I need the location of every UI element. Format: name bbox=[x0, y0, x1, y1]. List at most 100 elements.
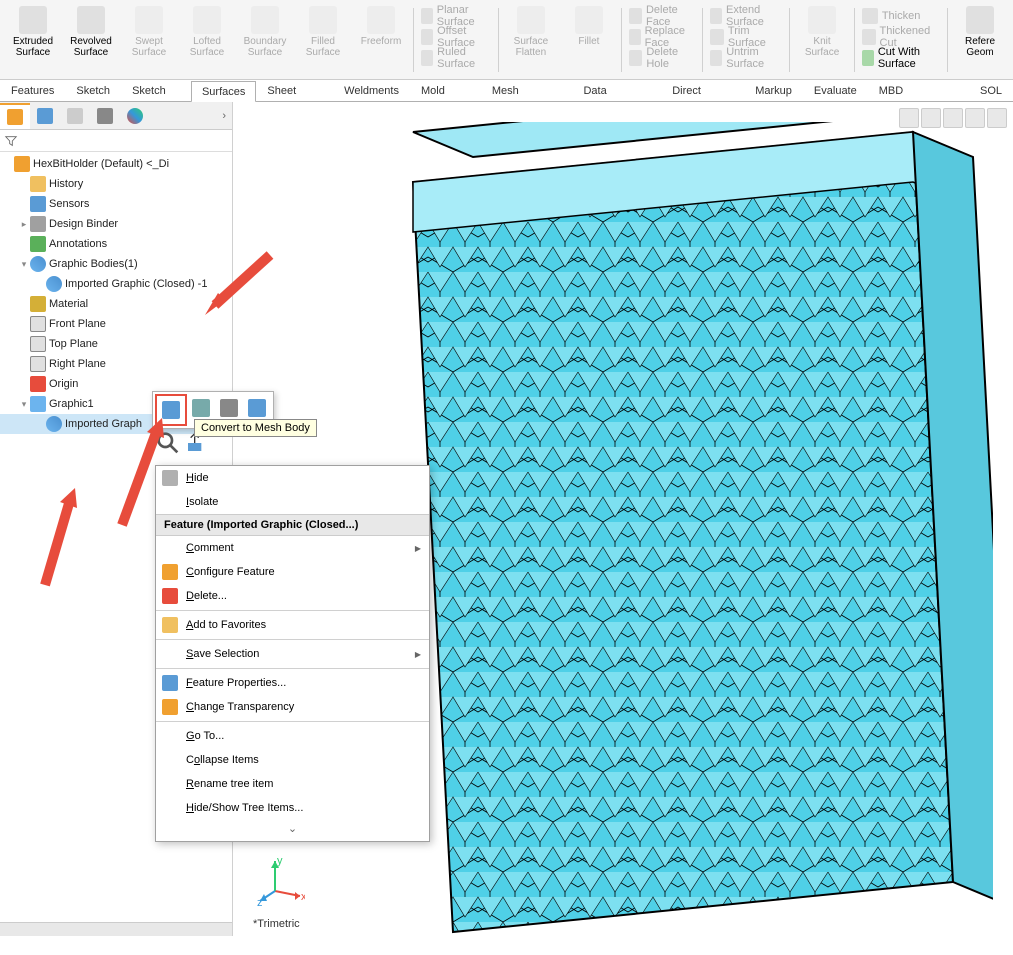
delete-face-button[interactable]: Delete Face bbox=[625, 6, 700, 26]
tree-item[interactable]: Front Plane bbox=[0, 314, 232, 334]
menu-delete[interactable]: Delete... bbox=[156, 584, 429, 608]
display-manager-tab[interactable] bbox=[120, 103, 150, 129]
property-manager-tab[interactable] bbox=[30, 103, 60, 129]
tree-label: Origin bbox=[49, 378, 78, 390]
replace-face-button[interactable]: Replace Face bbox=[625, 27, 700, 47]
thicken-icon bbox=[862, 8, 878, 24]
tree-label: Annotations bbox=[49, 238, 107, 250]
reference-geometry-icon bbox=[966, 6, 994, 34]
tree-item[interactable]: History bbox=[0, 174, 232, 194]
offset-surface-icon bbox=[421, 29, 433, 45]
trim-surface-button[interactable]: Trim Surface bbox=[706, 27, 786, 47]
triad[interactable]: x y z bbox=[255, 856, 305, 906]
trim-surface-icon bbox=[710, 29, 724, 45]
menu-rename-tree-item[interactable]: Rename tree item bbox=[156, 772, 429, 796]
tab-features[interactable]: Features bbox=[0, 80, 65, 102]
display-manager-icon bbox=[127, 108, 143, 124]
menu-configure-feature[interactable]: Configure Feature bbox=[156, 560, 429, 584]
tree-item[interactable]: ▾Graphic Bodies(1) bbox=[0, 254, 232, 274]
tab-sketch-ink[interactable]: Sketch Ink bbox=[121, 80, 191, 102]
menu-go-to[interactable]: Go To... bbox=[156, 724, 429, 748]
tab-surfaces[interactable]: Surfaces bbox=[191, 81, 256, 103]
menu-comment[interactable]: Comment▶ bbox=[156, 536, 429, 560]
panel-resize[interactable] bbox=[0, 922, 232, 936]
tab-sketch[interactable]: Sketch bbox=[65, 80, 121, 102]
zoom-to-selection-button[interactable] bbox=[156, 431, 180, 455]
planar-surface-icon bbox=[421, 8, 433, 24]
extend-surface-button[interactable]: Extend Surface bbox=[706, 6, 786, 26]
planar-surface-button[interactable]: Planar Surface bbox=[417, 6, 495, 26]
tree-label: Front Plane bbox=[49, 318, 106, 330]
convert-to-mesh-body-button[interactable] bbox=[159, 398, 183, 422]
menu-feature-properties[interactable]: Feature Properties... bbox=[156, 671, 429, 695]
fillet-button: Fillet bbox=[563, 4, 615, 49]
tree-item[interactable]: ▸Design Binder bbox=[0, 214, 232, 234]
configure-icon bbox=[162, 564, 178, 580]
thickened-cut-icon bbox=[862, 29, 876, 45]
tab-direct-editing[interactable]: Direct Editing bbox=[661, 80, 744, 102]
context-icon-4 bbox=[248, 399, 266, 417]
dimxpert-tab[interactable] bbox=[90, 103, 120, 129]
thicken-button[interactable]: Thicken bbox=[858, 6, 944, 26]
filled-surface-button: Filled Surface bbox=[297, 4, 349, 60]
tree-item[interactable]: Sensors bbox=[0, 194, 232, 214]
view-orientation-button[interactable] bbox=[987, 108, 1007, 128]
tab-markup[interactable]: Markup bbox=[744, 80, 803, 102]
tree-filter[interactable] bbox=[0, 130, 232, 152]
offset-surface-button[interactable]: Offset Surface bbox=[417, 27, 495, 47]
tree-item[interactable]: Imported Graphic (Closed) -1 bbox=[0, 274, 232, 294]
menu-hide[interactable]: Hide bbox=[156, 466, 429, 490]
tab-evaluate[interactable]: Evaluate bbox=[803, 80, 868, 102]
revolved-surface-icon bbox=[77, 6, 105, 34]
tab-mbd-dimensions[interactable]: MBD Dimensions bbox=[868, 80, 969, 102]
delete-hole-button[interactable]: Delete Hole bbox=[625, 48, 700, 68]
menu-add-favorites[interactable]: Add to Favorites bbox=[156, 613, 429, 637]
context-toolbar-btn-3[interactable] bbox=[217, 396, 241, 420]
part-icon bbox=[14, 156, 30, 172]
zoom-fit-button[interactable] bbox=[899, 108, 919, 128]
tree-item[interactable]: Annotations bbox=[0, 234, 232, 254]
tree-item[interactable]: Material bbox=[0, 294, 232, 314]
previous-view-button[interactable] bbox=[943, 108, 963, 128]
menu-hide-show-tree[interactable]: Hide/Show Tree Items... bbox=[156, 796, 429, 820]
menu-collapse-items[interactable]: Collapse Items bbox=[156, 748, 429, 772]
tab-sheet-metal[interactable]: Sheet Metal bbox=[256, 80, 333, 102]
untrim-surface-button[interactable]: Untrim Surface bbox=[706, 48, 786, 68]
funnel-icon bbox=[4, 134, 18, 148]
tooltip: Convert to Mesh Body bbox=[194, 419, 317, 437]
section-view-button[interactable] bbox=[965, 108, 985, 128]
cut-with-surface-button[interactable]: Cut With Surface bbox=[858, 48, 944, 68]
tab-mesh-modeling[interactable]: Mesh Modeling bbox=[481, 80, 573, 102]
revolved-surface-button[interactable]: Revolved Surface bbox=[65, 4, 117, 60]
menu-save-selection[interactable]: Save Selection▶ bbox=[156, 642, 429, 666]
zoom-area-button[interactable] bbox=[921, 108, 941, 128]
configuration-tab[interactable] bbox=[60, 103, 90, 129]
menu-expand[interactable]: ⌄ bbox=[156, 820, 429, 837]
tree-label: Imported Graphic (Closed) -1 bbox=[65, 278, 207, 290]
menu-isolate[interactable]: Isolate bbox=[156, 490, 429, 514]
delete-hole-icon bbox=[629, 50, 643, 66]
tree-icon bbox=[30, 336, 46, 352]
tab-sol[interactable]: SOL bbox=[969, 80, 1013, 102]
reference-geometry-button[interactable]: Refere Geom bbox=[954, 4, 1006, 60]
context-toolbar-btn-4[interactable] bbox=[245, 396, 269, 420]
ruled-surface-button[interactable]: Ruled Surface bbox=[417, 48, 495, 68]
feature-tree-tab[interactable] bbox=[0, 103, 30, 129]
swept-surface-button: Swept Surface bbox=[123, 4, 175, 60]
context-toolbar-btn-2[interactable] bbox=[189, 396, 213, 420]
tab-data-migration[interactable]: Data Migration bbox=[572, 80, 661, 102]
tree-item[interactable]: Top Plane bbox=[0, 334, 232, 354]
extruded-surface-button[interactable]: Extruded Surface bbox=[7, 4, 59, 60]
tree-item[interactable]: Right Plane bbox=[0, 354, 232, 374]
tree-icon bbox=[30, 236, 46, 252]
thickened-cut-button[interactable]: Thickened Cut bbox=[858, 27, 944, 47]
menu-change-transparency[interactable]: Change Transparency bbox=[156, 695, 429, 719]
tree-label: Graphic Bodies(1) bbox=[49, 258, 138, 270]
tree-root[interactable]: HexBitHolder (Default) <_Di bbox=[0, 154, 232, 174]
panel-overflow[interactable]: › bbox=[216, 110, 232, 122]
boundary-surface-icon bbox=[251, 6, 279, 34]
tab-weldments[interactable]: Weldments bbox=[333, 80, 410, 102]
delete-icon bbox=[162, 588, 178, 604]
tab-mold-tools[interactable]: Mold Tools bbox=[410, 80, 481, 102]
tree-label: Sensors bbox=[49, 198, 89, 210]
